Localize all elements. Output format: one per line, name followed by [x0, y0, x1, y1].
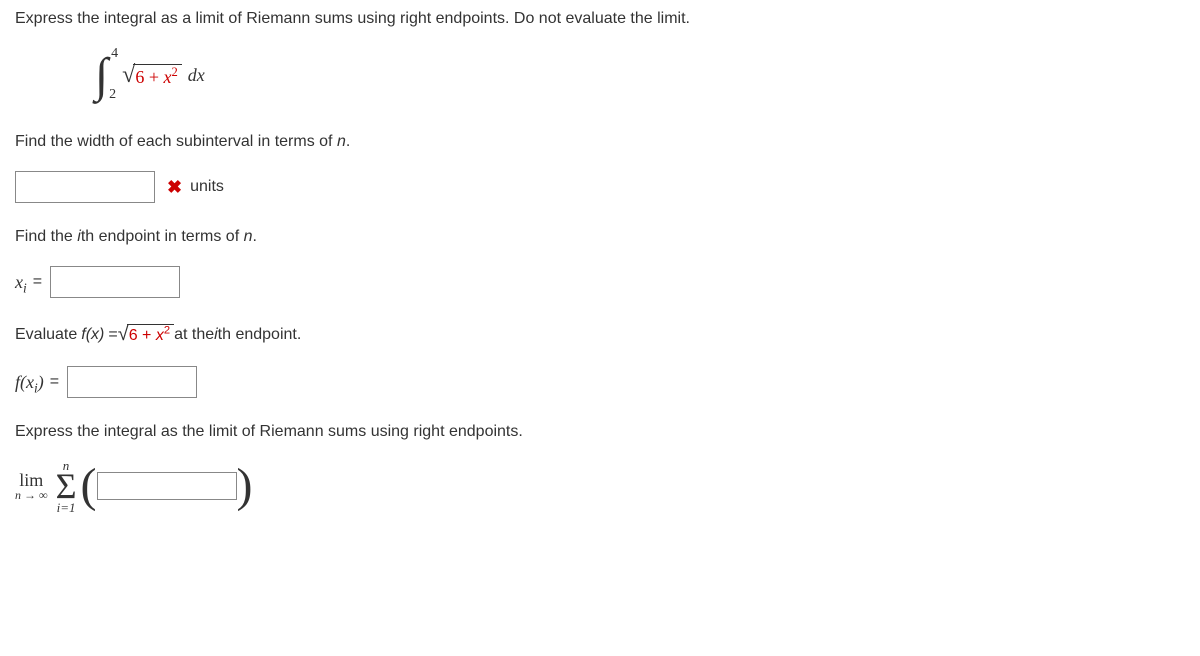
fxi-label: f(xi): [15, 372, 44, 393]
evaluate-fx-question: Evaluate f(x) = √ 6 + x2 at the ith endp…: [15, 323, 1185, 398]
width-input[interactable]: [15, 171, 155, 203]
question-title: Express the integral as a limit of Riema…: [15, 10, 1185, 28]
integral-expression: ∫ 4 2 √ 6 + x2 dx: [95, 48, 1185, 103]
ith-endpoint-question: Find the ith endpoint in terms of n. xi …: [15, 228, 1185, 298]
integral-lower-bound: 2: [109, 87, 116, 103]
q3-post: th endpoint.: [218, 326, 302, 344]
integral-upper-bound: 4: [111, 46, 118, 62]
right-paren: ): [237, 467, 253, 505]
q3-post-pre: at the: [174, 326, 214, 344]
q4-prompt: Express the integral as the limit of Rie…: [15, 423, 1185, 441]
q2-var: n: [244, 228, 253, 245]
integrand-constant: 6 +: [135, 67, 163, 87]
dx-label: dx: [188, 65, 205, 86]
units-label: units: [190, 178, 224, 196]
subinterval-width-question: Find the width of each subinterval in te…: [15, 133, 1185, 203]
summand-input[interactable]: [97, 472, 237, 500]
q3-radicand-var: x: [156, 327, 164, 344]
equals-sign-2: =: [50, 373, 59, 391]
summation-notation: n Σ i=1: [56, 459, 77, 514]
q3-prompt-pre: Evaluate: [15, 326, 77, 344]
q2-prompt-mid: th endpoint in terms of: [81, 228, 244, 245]
xi-label: xi: [15, 272, 27, 293]
limit-question: Express the integral as the limit of Rie…: [15, 423, 1185, 514]
equals-sign: =: [33, 273, 42, 291]
left-paren: (: [81, 467, 97, 505]
q3-radicand-pre: 6 +: [129, 327, 156, 344]
fxi-input[interactable]: [67, 366, 197, 398]
q3-fx: f(x): [81, 326, 104, 344]
q2-prompt-pre: Find the: [15, 228, 77, 245]
limit-notation: lim n → ∞: [15, 471, 48, 501]
incorrect-icon: ✖: [167, 177, 182, 198]
xi-input[interactable]: [50, 266, 180, 298]
q1-prompt: Find the width of each subinterval in te…: [15, 133, 337, 150]
q1-var: n: [337, 133, 346, 150]
q3-eq: =: [108, 326, 117, 344]
